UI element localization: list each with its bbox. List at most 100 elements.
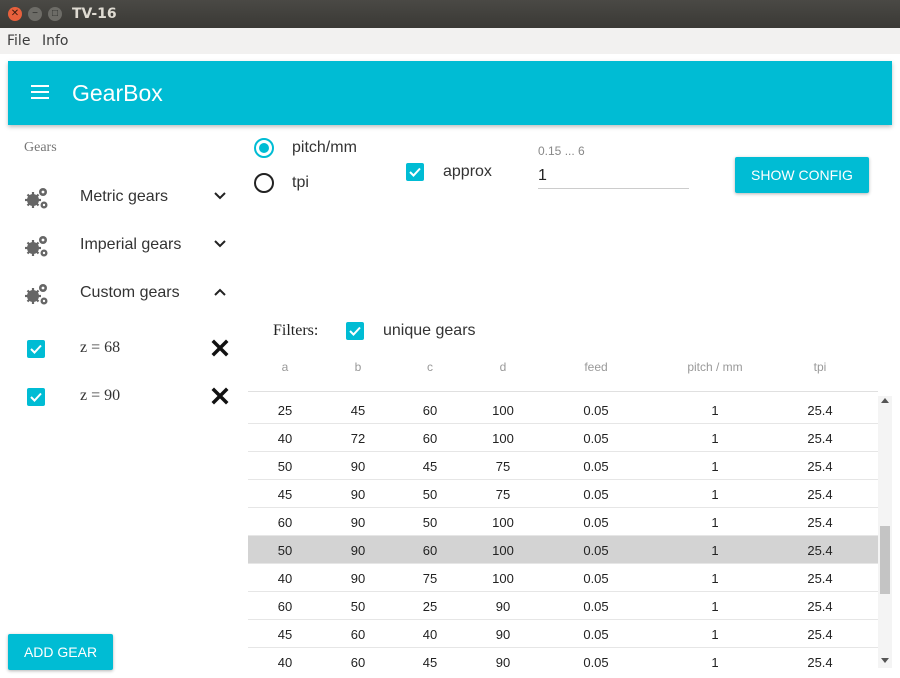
cell-c: 40 [422, 627, 438, 642]
cell-tpi: 25.4 [807, 655, 833, 668]
scrollbar-thumb[interactable] [880, 526, 890, 594]
cell-feed: 0.05 [583, 487, 609, 502]
menu-file[interactable]: File [7, 33, 30, 49]
approx-label: approx [443, 163, 492, 180]
radio-tpi-label: tpi [292, 174, 309, 191]
table-row[interactable]: 40 60 45 90 0.05 1 25.4 [248, 648, 878, 668]
value-input[interactable] [538, 163, 689, 189]
window-titlebar: ✕ − □ TV-16 [0, 0, 900, 28]
column-header-b[interactable]: b [322, 360, 394, 374]
delete-icon[interactable] [210, 386, 230, 406]
custom-gear-checkbox[interactable] [27, 340, 45, 358]
radio-tpi[interactable] [254, 173, 274, 193]
cell-feed: 0.05 [583, 627, 609, 642]
cell-pitch: 1 [711, 459, 719, 474]
cell-tpi: 25.4 [807, 515, 833, 530]
menu-icon[interactable] [31, 85, 49, 101]
cell-c: 50 [422, 487, 438, 502]
cell-d: 100 [492, 571, 514, 586]
chevron-down-icon [214, 240, 226, 248]
column-header-c[interactable]: c [394, 360, 466, 374]
column-header-d[interactable]: d [466, 360, 540, 374]
cell-a: 40 [277, 571, 293, 586]
cell-pitch: 1 [711, 487, 719, 502]
window-minimize-button[interactable]: − [28, 7, 42, 21]
table-row[interactable]: 40 72 60 100 0.05 1 25.4 [248, 424, 878, 452]
cell-pitch: 1 [711, 543, 719, 558]
cell-d: 90 [495, 627, 511, 642]
table-row[interactable]: 45 60 40 90 0.05 1 25.4 [248, 620, 878, 648]
scroll-down-icon[interactable] [881, 658, 889, 663]
cell-pitch: 1 [711, 515, 719, 530]
table-row[interactable]: 60 50 25 90 0.05 1 25.4 [248, 592, 878, 620]
add-gear-button[interactable]: ADD GEAR [8, 634, 113, 670]
sidebar-item-custom-gears[interactable]: Custom gears [8, 272, 240, 316]
cell-c: 60 [422, 403, 438, 418]
unique-gears-checkbox[interactable] [346, 322, 364, 340]
filters-label: Filters: [273, 322, 319, 339]
check-icon [30, 344, 42, 354]
cell-tpi: 25.4 [807, 543, 833, 558]
sidebar-item-metric-gears[interactable]: Metric gears [8, 176, 240, 220]
cell-d: 90 [495, 655, 511, 668]
column-header-tpi[interactable]: tpi [768, 360, 872, 374]
check-icon [409, 167, 421, 177]
check-icon [349, 326, 361, 336]
cell-b: 90 [350, 543, 366, 558]
cell-b: 60 [350, 627, 366, 642]
sidebar-item-label: Imperial gears [80, 236, 182, 253]
cell-pitch: 1 [711, 599, 719, 614]
table-row[interactable]: 60 90 50 100 0.05 1 25.4 [248, 508, 878, 536]
window-close-button[interactable]: ✕ [8, 7, 22, 21]
cell-feed: 0.05 [583, 403, 609, 418]
cell-c: 45 [422, 459, 438, 474]
table-row[interactable]: 45 90 50 75 0.05 1 25.4 [248, 480, 878, 508]
cell-d: 100 [492, 431, 514, 446]
column-header-feed[interactable]: feed [540, 360, 652, 374]
custom-gear-label: z = 90 [80, 387, 121, 404]
cell-feed: 0.05 [583, 515, 609, 530]
column-header-pitch[interactable]: pitch / mm [652, 360, 778, 374]
table-row[interactable]: 50 90 60 100 0.05 1 25.4 [248, 536, 878, 564]
gears-icon [25, 236, 48, 257]
window-title: TV-16 [72, 6, 117, 22]
table-scrollbar[interactable] [878, 396, 892, 668]
window-maximize-button[interactable]: □ [48, 7, 62, 21]
table-row[interactable]: 25 45 60 100 0.05 1 25.4 [248, 396, 878, 424]
cell-tpi: 25.4 [807, 431, 833, 446]
table-row[interactable]: 50 90 45 75 0.05 1 25.4 [248, 452, 878, 480]
custom-gear-checkbox[interactable] [27, 388, 45, 406]
table-body: 25 45 60 100 0.05 1 25.4 40 72 60 100 0.05 1 25.4 50 90… [248, 396, 878, 668]
show-config-button[interactable]: SHOW CONFIG [735, 157, 869, 193]
gears-icon [25, 188, 48, 209]
cell-pitch: 1 [711, 403, 719, 418]
cell-b: 45 [350, 403, 366, 418]
radio-pitch-mm[interactable] [254, 138, 274, 158]
cell-d: 100 [492, 543, 514, 558]
custom-gear-label: z = 68 [80, 339, 121, 356]
cell-feed: 0.05 [583, 543, 609, 558]
approx-checkbox[interactable] [406, 163, 424, 181]
table-row[interactable]: 40 90 75 100 0.05 1 25.4 [248, 564, 878, 592]
cell-pitch: 1 [711, 431, 719, 446]
check-icon [30, 392, 42, 402]
gears-icon [25, 284, 48, 305]
menu-info[interactable]: Info [42, 33, 69, 49]
cell-b: 90 [350, 571, 366, 586]
cell-pitch: 1 [711, 627, 719, 642]
scroll-up-icon[interactable] [881, 398, 889, 403]
menubar: File Info [0, 28, 900, 54]
sidebar-item-imperial-gears[interactable]: Imperial gears [8, 224, 240, 268]
custom-gear-item: z = 90 [8, 376, 240, 416]
delete-icon[interactable] [210, 338, 230, 358]
cell-c: 25 [422, 599, 438, 614]
cell-a: 50 [277, 459, 293, 474]
cell-feed: 0.05 [583, 599, 609, 614]
cell-tpi: 25.4 [807, 627, 833, 642]
cell-tpi: 25.4 [807, 599, 833, 614]
chevron-up-icon [214, 288, 226, 296]
column-header-a[interactable]: a [248, 360, 322, 374]
cell-tpi: 25.4 [807, 571, 833, 586]
app-title: GearBox [72, 80, 163, 106]
value-range-hint: 0.15 ... 6 [538, 144, 585, 158]
